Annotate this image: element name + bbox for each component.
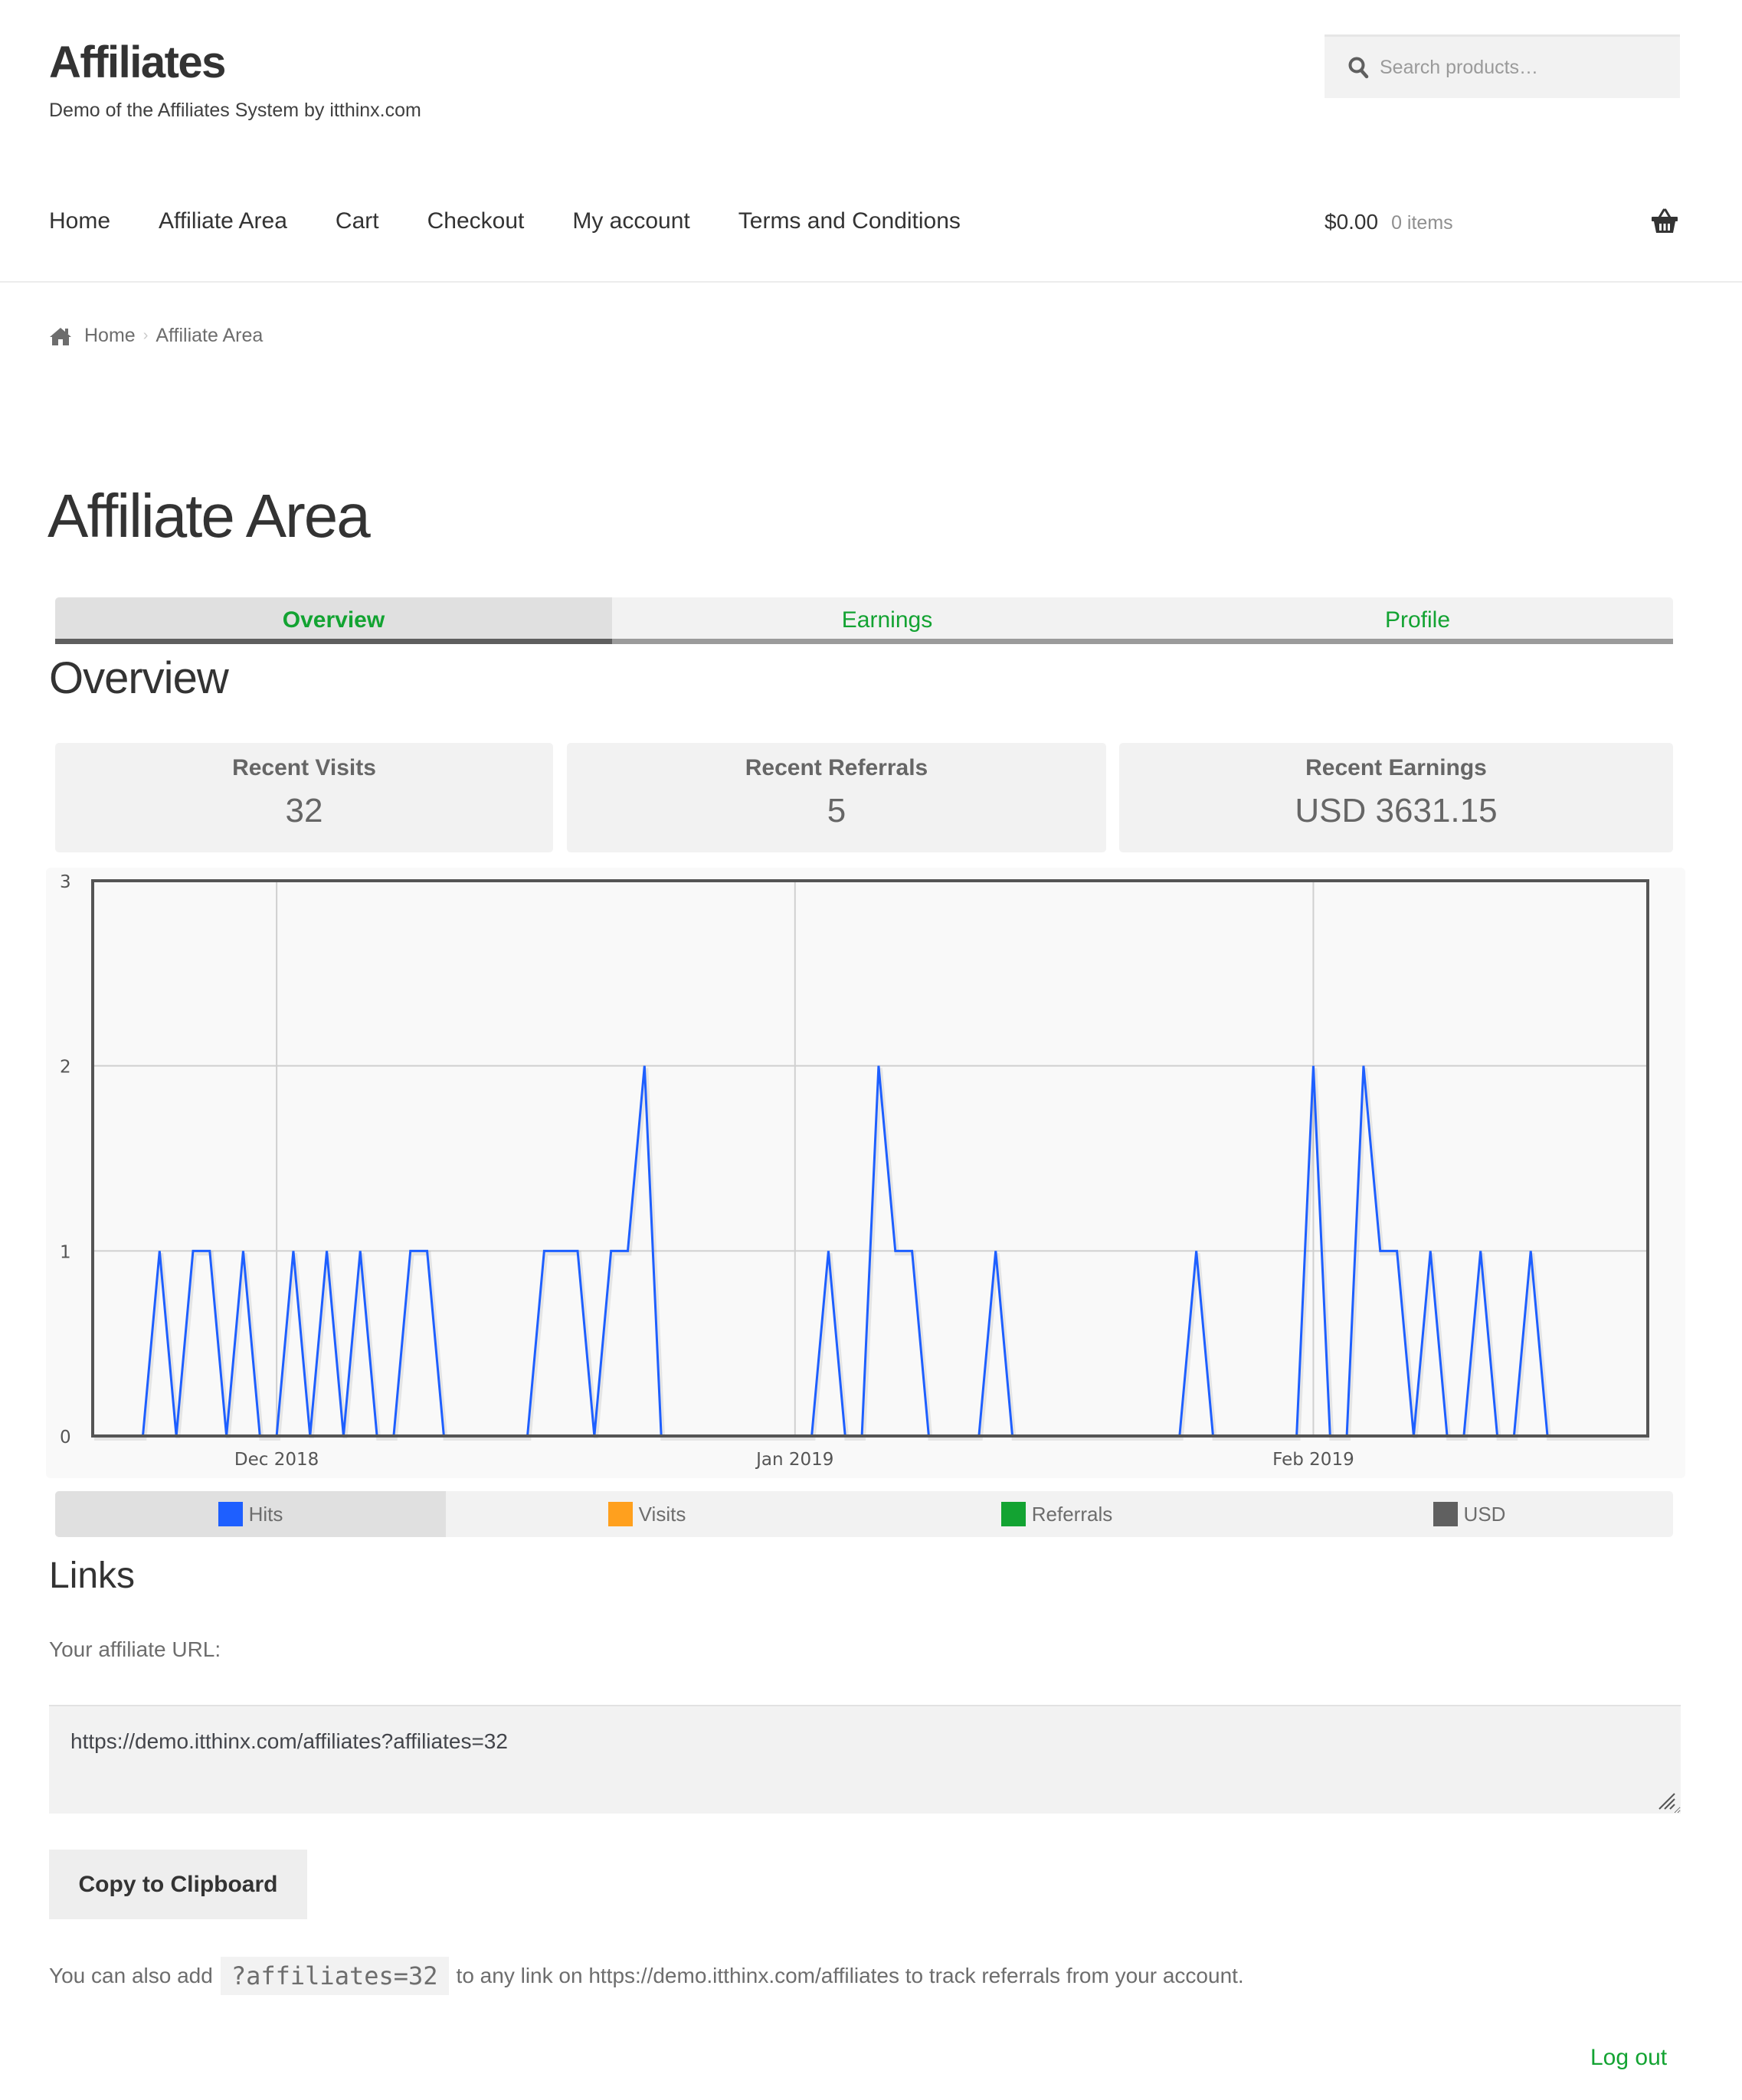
cart-count: 0 items xyxy=(1391,212,1453,234)
plot-area xyxy=(93,881,1648,1436)
affiliate-url-field[interactable]: https://demo.itthinx.com/affiliates?affi… xyxy=(49,1705,1681,1814)
copy-to-clipboard-button[interactable]: Copy to Clipboard xyxy=(49,1850,307,1919)
stat-value: 5 xyxy=(827,792,846,829)
basket-icon[interactable] xyxy=(1651,208,1678,234)
affiliate-url-label: Your affiliate URL: xyxy=(49,1637,221,1661)
main-nav: Home Affiliate Area Cart Checkout My acc… xyxy=(49,208,1009,234)
nav-item-affiliate-area[interactable]: Affiliate Area xyxy=(159,208,287,234)
y-tick-label: 1 xyxy=(60,1242,71,1262)
nav-item-checkout[interactable]: Checkout xyxy=(427,208,525,234)
stat-label: Recent Earnings xyxy=(1305,755,1487,780)
legend-item-hits[interactable]: Hits xyxy=(55,1491,446,1537)
breadcrumb-current: Affiliate Area xyxy=(156,325,264,346)
breadcrumb-home[interactable]: Home xyxy=(84,325,136,347)
breadcrumb-separator: › xyxy=(142,327,149,344)
header-divider xyxy=(0,281,1742,283)
nav-item-home[interactable]: Home xyxy=(49,208,110,234)
cart-summary[interactable]: $0.00 0 items xyxy=(1325,210,1453,234)
stat-recent-earnings: Recent Earnings USD 3631.15 xyxy=(1119,743,1673,852)
y-tick-label: 0 xyxy=(60,1428,71,1447)
site-title[interactable]: Affiliates xyxy=(49,37,226,88)
tab-profile[interactable]: Profile xyxy=(1162,597,1673,644)
stat-value: USD 3631.15 xyxy=(1295,792,1498,829)
y-tick-label: 3 xyxy=(60,872,71,892)
tab-earnings[interactable]: Earnings xyxy=(612,597,1162,644)
legend-label: Visits xyxy=(638,1502,686,1526)
affiliate-tabs: Overview Earnings Profile xyxy=(55,597,1673,644)
chart-svg: 0 1 2 3 Dec 2018 Jan 2019 Feb 2019 xyxy=(60,872,1649,1470)
x-tick-label: Dec 2018 xyxy=(234,1450,319,1470)
stat-label: Recent Visits xyxy=(232,755,376,780)
stats-chart: 0 1 2 3 Dec 2018 Jan 2019 Feb 2019 xyxy=(46,868,1685,1478)
page-title: Affiliate Area xyxy=(47,482,371,550)
stat-recent-referrals: Recent Referrals 5 xyxy=(567,743,1106,852)
section-title: Overview xyxy=(49,653,229,703)
hint-text-before: You can also add xyxy=(49,1964,213,1987)
tab-overview[interactable]: Overview xyxy=(55,597,612,644)
legend-swatch-usd xyxy=(1433,1502,1458,1526)
y-tick-label: 2 xyxy=(60,1058,71,1078)
affiliate-hint: You can also add ?affiliates=32 to any l… xyxy=(49,1957,1244,1995)
legend-swatch-hits xyxy=(218,1502,243,1526)
resize-handle-icon[interactable] xyxy=(1656,1791,1676,1811)
nav-item-terms[interactable]: Terms and Conditions xyxy=(738,208,961,234)
legend-item-visits[interactable]: Visits xyxy=(446,1491,848,1537)
links-title: Links xyxy=(49,1555,136,1596)
nav-item-cart[interactable]: Cart xyxy=(336,208,379,234)
search-icon xyxy=(1348,57,1369,79)
stat-label: Recent Referrals xyxy=(745,755,928,780)
hint-text-after: to any link on https://demo.itthinx.com/… xyxy=(456,1964,1244,1987)
stat-value: 32 xyxy=(285,792,323,829)
breadcrumb: Home › Affiliate Area xyxy=(49,325,263,347)
search-input[interactable] xyxy=(1380,56,1671,79)
stat-recent-visits: Recent Visits 32 xyxy=(55,743,553,852)
logout-link[interactable]: Log out xyxy=(1590,2045,1667,2071)
legend-swatch-visits xyxy=(607,1502,633,1526)
legend-item-referrals[interactable]: Referrals xyxy=(848,1491,1266,1537)
legend-label: USD xyxy=(1463,1502,1506,1526)
chart-legend: Hits Visits Referrals USD xyxy=(55,1491,1673,1537)
hint-code: ?affiliates=32 xyxy=(220,1957,449,1995)
cart-total: $0.00 xyxy=(1325,210,1379,234)
legend-item-usd[interactable]: USD xyxy=(1266,1491,1673,1537)
search-box[interactable] xyxy=(1325,34,1680,98)
x-tick-label: Feb 2019 xyxy=(1272,1450,1354,1470)
legend-label: Hits xyxy=(248,1502,283,1526)
legend-swatch-referrals xyxy=(1000,1502,1026,1526)
home-icon xyxy=(50,327,71,345)
site-tagline: Demo of the Affiliates System by itthinx… xyxy=(49,100,421,121)
nav-item-my-account[interactable]: My account xyxy=(572,208,689,234)
x-tick-label: Jan 2019 xyxy=(755,1450,833,1470)
legend-label: Referrals xyxy=(1031,1502,1113,1526)
